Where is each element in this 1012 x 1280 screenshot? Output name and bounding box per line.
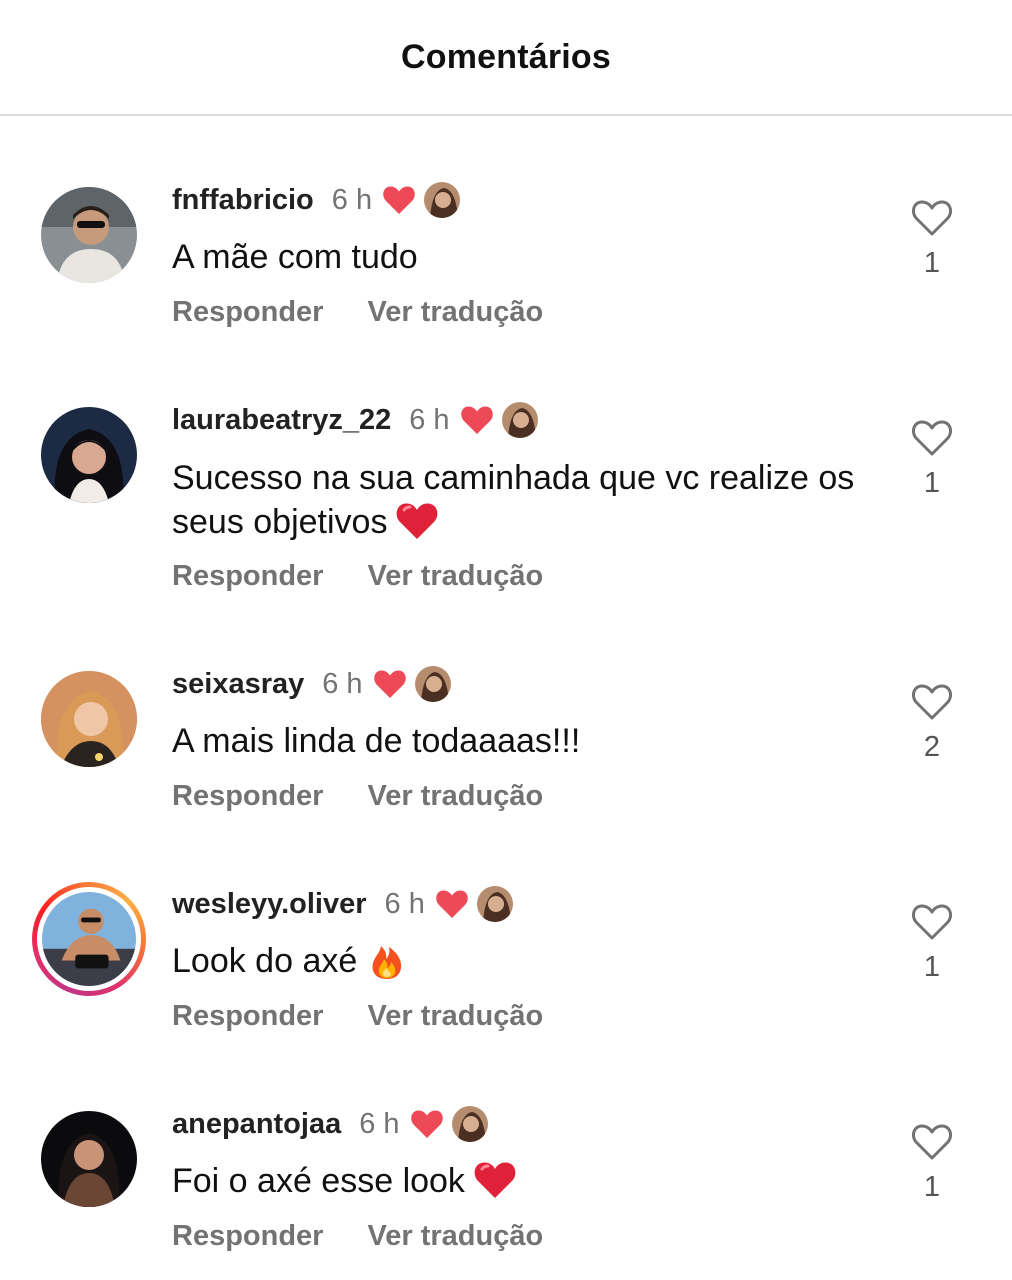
timestamp: 6 h [322, 667, 363, 700]
comment-text-content: Look do axé [172, 942, 358, 980]
like-column: 1 [900, 903, 964, 984]
comment-meta: fnffabricio 6 h [172, 180, 461, 220]
username[interactable]: seixasray [172, 668, 304, 701]
see-translation-button[interactable]: Ver tradução [367, 560, 543, 593]
like-count: 2 [923, 731, 941, 763]
like-count: 1 [923, 467, 941, 499]
liked-by-author-heart-icon [435, 889, 469, 919]
avatar [42, 892, 136, 986]
comment-text: Look do axé [172, 939, 872, 983]
comment-text: Sucesso na sua caminhada que vc realize … [172, 456, 872, 544]
username[interactable]: laurabeatryz_22 [172, 404, 391, 437]
timestamp: 6 h [409, 403, 450, 436]
comment-actions: Responder Ver tradução [172, 296, 543, 329]
like-column: 2 [900, 683, 964, 764]
like-heart-icon[interactable] [911, 199, 953, 237]
fire-emoji-icon [365, 940, 409, 980]
like-column: 1 [900, 199, 964, 280]
see-translation-button[interactable]: Ver tradução [367, 1000, 543, 1033]
like-column: 1 [900, 1123, 964, 1204]
comments-header: Comentários [0, 0, 1012, 116]
comment-meta: laurabeatryz_22 6 h [172, 400, 538, 440]
comment-text-content: A mais linda de todaaaas!!! [172, 722, 581, 760]
reply-button[interactable]: Responder [172, 1000, 323, 1033]
comment-meta: seixasray 6 h [172, 664, 451, 704]
comment-actions: Responder Ver tradução [172, 1220, 543, 1253]
like-column: 1 [900, 419, 964, 500]
username[interactable]: fnffabricio [172, 184, 314, 217]
comment-meta: wesleyy.oliver 6 h [172, 884, 513, 924]
liked-by-author-heart-icon [382, 185, 416, 215]
avatar[interactable] [41, 187, 137, 283]
liked-by-author-heart-icon [460, 405, 494, 435]
timestamp: 6 h [331, 183, 373, 216]
comment-meta: anepantojaa 6 h [172, 1104, 488, 1144]
like-heart-icon[interactable] [911, 419, 953, 457]
like-heart-icon[interactable] [911, 1123, 953, 1161]
author-avatar [501, 402, 538, 438]
see-translation-button[interactable]: Ver tradução [367, 1220, 543, 1253]
liked-by-author-heart-icon [373, 669, 407, 699]
avatar[interactable] [41, 671, 137, 767]
avatar[interactable] [41, 1111, 137, 1207]
comment-text-content: Foi o axé esse look [172, 1162, 465, 1200]
reply-button[interactable]: Responder [172, 296, 323, 329]
like-count: 1 [923, 247, 941, 279]
comment-text-content: Sucesso na sua caminhada que vc realize … [172, 459, 855, 541]
username[interactable]: wesleyy.oliver [172, 888, 367, 921]
see-translation-button[interactable]: Ver tradução [367, 296, 543, 329]
author-avatar [414, 666, 451, 702]
comment-text: A mãe com tudo [172, 235, 872, 279]
author-avatar [476, 886, 513, 922]
page-title: Comentários [400, 38, 612, 76]
reply-button[interactable]: Responder [172, 780, 323, 813]
like-heart-icon[interactable] [911, 683, 953, 721]
comment-text-content: A mãe com tudo [172, 238, 418, 276]
red-heart-emoji-icon [395, 501, 439, 541]
avatar[interactable] [41, 407, 137, 503]
author-avatar [451, 1106, 488, 1142]
avatar-story-ring[interactable] [32, 882, 146, 996]
like-heart-icon[interactable] [911, 903, 953, 941]
comment-actions: Responder Ver tradução [172, 780, 543, 813]
reply-button[interactable]: Responder [172, 1220, 323, 1253]
author-avatar [424, 182, 461, 218]
comment-actions: Responder Ver tradução [172, 1000, 543, 1033]
red-heart-emoji-icon [473, 1160, 517, 1200]
like-count: 1 [923, 1171, 941, 1203]
like-count: 1 [923, 951, 941, 983]
comment-actions: Responder Ver tradução [172, 560, 543, 593]
comment-text: A mais linda de todaaaas!!! [172, 719, 872, 763]
comment-text: Foi o axé esse look [172, 1159, 872, 1203]
see-translation-button[interactable]: Ver tradução [367, 780, 543, 813]
timestamp: 6 h [384, 887, 425, 920]
reply-button[interactable]: Responder [172, 560, 323, 593]
timestamp: 6 h [359, 1107, 400, 1140]
liked-by-author-heart-icon [410, 1109, 444, 1139]
username[interactable]: anepantojaa [172, 1108, 341, 1141]
